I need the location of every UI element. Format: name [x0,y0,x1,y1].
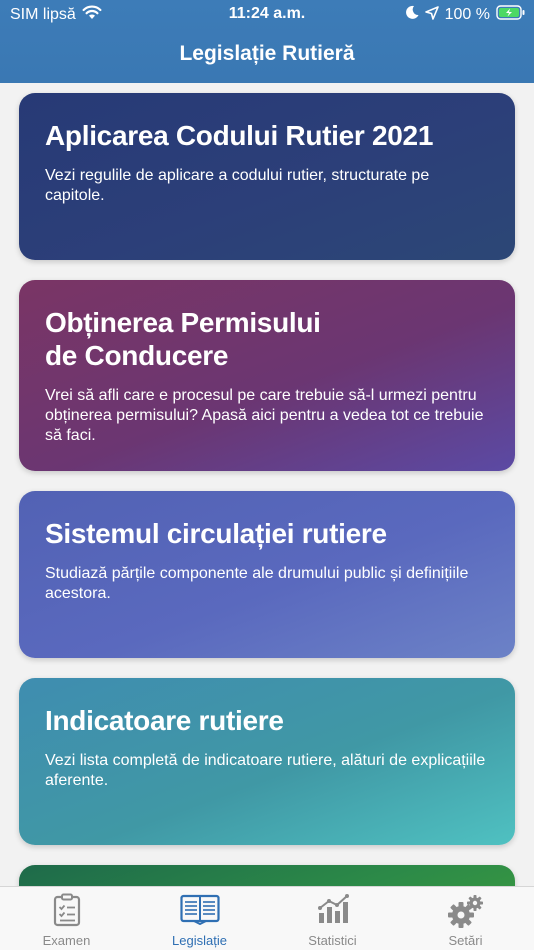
tab-label: Legislație [172,933,227,948]
battery-percent: 100 % [444,6,490,23]
tab-label: Statistici [308,933,357,948]
card-title-line: Obținerea Permisului [45,307,321,338]
card-description: Studiază părțile componente ale drumului… [45,565,469,602]
tab-bar: Examen Legislație Statistici Setări [0,886,534,950]
card-title: Indicatoare rutiere [45,705,284,736]
battery-charging-icon [496,5,526,25]
card-list[interactable]: Aplicarea Codului Rutier 2021 Vezi regul… [0,83,534,886]
card-aplicarea-codului[interactable]: Aplicarea Codului Rutier 2021 Vezi regul… [19,93,515,260]
moon-icon [405,5,419,25]
card-obtinerea-permisului[interactable]: Obținerea Permisului de Conducere Vrei s… [19,280,515,471]
app-header: SIM lipsă 11:24 a.m. 100 % Legislație Ru… [0,0,534,83]
card-sistemul-circulatiei[interactable]: Sistemul circulației rutiere Studiază pă… [19,491,515,658]
card-title: Aplicarea Codului Rutier 2021 [45,120,434,151]
card-description: Vrei să afli care e procesul pe care tre… [45,387,484,444]
tab-legislatie[interactable]: Legislație [133,887,266,950]
page-title: Legislație Rutieră [179,42,355,65]
card-description: Vezi regulile de aplicare a codului ruti… [45,167,430,204]
card-title-line: de Conducere [45,340,229,371]
location-arrow-icon [424,5,439,25]
card-title: Sistemul circulației rutiere [45,518,387,549]
tab-label: Examen [42,933,91,948]
card-description: Vezi lista completă de indicatoare rutie… [45,752,486,789]
card-indicatoare-rutiere[interactable]: Indicatoare rutiere Vezi lista completă … [19,678,515,845]
tab-label: Setări [448,933,483,948]
status-bar: SIM lipsă 11:24 a.m. 100 % [0,0,534,28]
tab-setari[interactable]: Setări [399,887,532,950]
card-partial-next[interactable] [19,865,515,886]
tab-examen[interactable]: Examen [0,887,133,950]
tab-statistici[interactable]: Statistici [266,887,399,950]
status-right: 100 % [405,5,526,25]
card-title: Obținerea Permisului de Conducere [45,306,489,372]
